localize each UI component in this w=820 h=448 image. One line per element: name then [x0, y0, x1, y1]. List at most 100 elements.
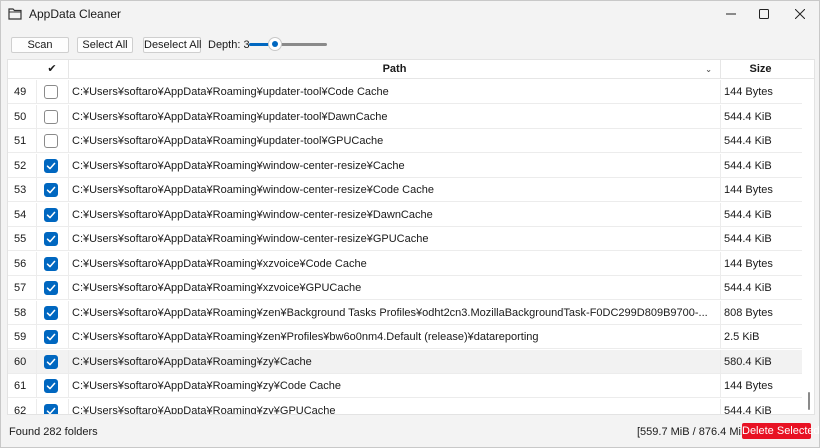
row-checkbox[interactable] — [44, 134, 58, 148]
table-row[interactable]: 62 C:¥Users¥softaro¥AppData¥Roaming¥zy¥GP… — [8, 398, 802, 415]
row-checkbox[interactable] — [44, 354, 58, 369]
row-size: 144 Bytes — [720, 178, 802, 202]
table-row[interactable]: 58 C:¥Users¥softaro¥AppData¥Roaming¥zen¥B… — [8, 300, 802, 325]
row-path: C:¥Users¥softaro¥AppData¥Roaming¥updater… — [68, 129, 720, 153]
row-number: 52 — [14, 159, 27, 172]
row-checkbox-cell — [36, 104, 68, 129]
row-checkbox-cell — [36, 178, 68, 202]
scrollbar-thumb[interactable] — [808, 392, 810, 410]
found-count-text: Found 282 folders — [9, 426, 98, 438]
checkmark-icon — [46, 162, 56, 169]
depth-label: Depth: 3 — [208, 39, 250, 51]
row-checkbox[interactable] — [44, 330, 58, 344]
table-row[interactable]: 55 C:¥Users¥softaro¥AppData¥Roaming¥windo… — [8, 227, 802, 251]
row-size: 144 Bytes — [720, 80, 802, 104]
checkmark-icon — [46, 211, 56, 218]
row-size: 580.4 KiB — [720, 349, 802, 374]
chevron-down-icon: ⌄ — [705, 65, 712, 74]
row-checkbox[interactable] — [44, 85, 58, 99]
row-checkbox-cell — [36, 80, 68, 104]
maximize-button[interactable] — [746, 1, 782, 27]
row-checkbox-cell — [36, 300, 68, 325]
row-path: C:¥Users¥softaro¥AppData¥Roaming¥updater… — [68, 80, 720, 104]
checkmark-icon — [46, 333, 56, 341]
row-size: 2.5 KiB — [720, 325, 802, 349]
app-window: AppData Cleaner Scan Select All Deselect… — [0, 0, 820, 448]
row-checkbox[interactable] — [44, 281, 58, 295]
folder-table: ✔ Path ⌄ Size 49 C:¥Users¥softaro¥AppData… — [7, 59, 815, 415]
row-path: C:¥Users¥softaro¥AppData¥Roaming¥window-… — [68, 227, 720, 251]
table-row[interactable]: 51 C:¥Users¥softaro¥AppData¥Roaming¥updat… — [8, 129, 802, 153]
row-checkbox[interactable] — [44, 207, 58, 222]
row-number: 50 — [14, 110, 27, 123]
deselect-all-button[interactable]: Deselect All — [143, 37, 201, 53]
table-row[interactable]: 57 C:¥Users¥softaro¥AppData¥Roaming¥xzvoi… — [8, 276, 802, 300]
row-number: 54 — [14, 208, 27, 221]
row-number: 62 — [14, 404, 27, 415]
row-checkbox[interactable] — [44, 403, 58, 414]
scan-button[interactable]: Scan — [11, 37, 69, 53]
row-checkbox[interactable] — [44, 232, 58, 246]
row-size: 544.4 KiB — [720, 129, 802, 153]
row-size: 544.4 KiB — [720, 153, 802, 178]
row-size: 144 Bytes — [720, 251, 802, 276]
row-number: 57 — [14, 282, 27, 294]
row-checkbox-cell — [36, 374, 68, 398]
row-checkbox-cell — [36, 349, 68, 374]
row-size: 544.4 KiB — [720, 227, 802, 251]
table-row[interactable]: 49 C:¥Users¥softaro¥AppData¥Roaming¥updat… — [8, 80, 802, 104]
row-path: C:¥Users¥softaro¥AppData¥Roaming¥window-… — [68, 202, 720, 227]
table-header: ✔ Path ⌄ Size — [8, 60, 814, 79]
row-checkbox[interactable] — [44, 109, 58, 124]
row-path: C:¥Users¥softaro¥AppData¥Roaming¥xzvoice… — [68, 251, 720, 276]
row-checkbox[interactable] — [44, 305, 58, 320]
folder-icon — [8, 7, 22, 20]
column-header-path-label: Path — [382, 63, 407, 75]
select-all-button[interactable]: Select All — [77, 37, 133, 53]
table-row[interactable]: 59 C:¥Users¥softaro¥AppData¥Roaming¥zen¥P… — [8, 325, 802, 349]
row-checkbox[interactable] — [44, 379, 58, 393]
row-checkbox[interactable] — [44, 183, 58, 197]
row-checkbox-cell — [36, 276, 68, 300]
row-path: C:¥Users¥softaro¥AppData¥Roaming¥zy¥GPUC… — [68, 398, 720, 414]
row-number: 58 — [14, 306, 27, 319]
row-checkbox[interactable] — [44, 256, 58, 271]
checkmark-icon — [46, 358, 56, 365]
maximize-icon — [759, 9, 769, 19]
row-number: 59 — [14, 331, 27, 343]
checkmark-icon — [46, 309, 56, 316]
row-size: 544.4 KiB — [720, 202, 802, 227]
delete-selected-button[interactable]: Delete Selected — [742, 423, 820, 439]
depth-slider[interactable] — [249, 37, 327, 51]
table-row[interactable]: 54 C:¥Users¥softaro¥AppData¥Roaming¥windo… — [8, 202, 802, 227]
slider-thumb[interactable] — [268, 37, 282, 51]
vertical-scrollbar[interactable] — [805, 80, 813, 414]
table-row[interactable]: 61 C:¥Users¥softaro¥AppData¥Roaming¥zy¥Co… — [8, 374, 802, 398]
table-row[interactable]: 52 C:¥Users¥softaro¥AppData¥Roaming¥windo… — [8, 153, 802, 178]
column-header-path[interactable]: Path ⌄ — [68, 60, 720, 79]
close-button[interactable] — [782, 1, 818, 27]
row-number: 61 — [14, 380, 27, 392]
row-checkbox[interactable] — [44, 158, 58, 173]
checkmark-icon — [46, 186, 56, 194]
close-icon — [795, 9, 805, 19]
row-size: 808 Bytes — [720, 300, 802, 325]
row-path: C:¥Users¥softaro¥AppData¥Roaming¥zy¥Code… — [68, 374, 720, 398]
minimize-button[interactable] — [713, 1, 749, 27]
row-path: C:¥Users¥softaro¥AppData¥Roaming¥updater… — [68, 104, 720, 129]
table-row[interactable]: 50 C:¥Users¥softaro¥AppData¥Roaming¥updat… — [8, 104, 802, 129]
slider-track — [275, 43, 327, 46]
toolbar: Scan Select All Deselect All Depth: 3 — [1, 31, 819, 57]
column-header-check[interactable]: ✔ — [38, 60, 66, 79]
checkmark-icon — [46, 284, 56, 292]
row-size: 544.4 KiB — [720, 276, 802, 300]
checkmark-icon — [46, 407, 56, 414]
row-checkbox-cell — [36, 153, 68, 178]
column-header-size[interactable]: Size — [720, 60, 800, 79]
table-row[interactable]: 60 C:¥Users¥softaro¥AppData¥Roaming¥zy¥Ca… — [8, 349, 802, 374]
row-number: 49 — [14, 86, 27, 98]
row-checkbox-cell — [36, 202, 68, 227]
table-row[interactable]: 56 C:¥Users¥softaro¥AppData¥Roaming¥xzvoi… — [8, 251, 802, 276]
table-row[interactable]: 53 C:¥Users¥softaro¥AppData¥Roaming¥windo… — [8, 178, 802, 202]
row-size: 544.4 KiB — [720, 398, 802, 414]
